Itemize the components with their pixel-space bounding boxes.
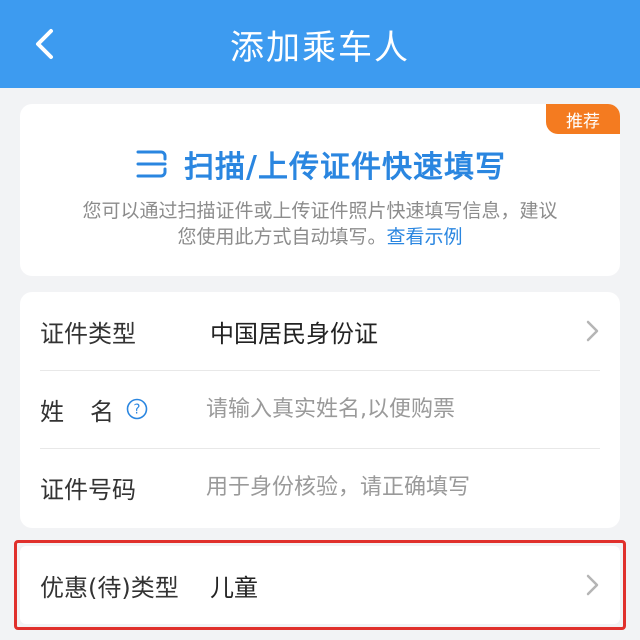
id-number-input[interactable] bbox=[206, 467, 586, 507]
view-example-link[interactable]: 查看示例 bbox=[387, 226, 463, 248]
svg-text:?: ? bbox=[134, 403, 141, 418]
name-label-group: 姓名 ? bbox=[40, 392, 148, 427]
discount-type-value: 儿童 bbox=[210, 573, 258, 602]
recommend-badge: 推荐 bbox=[546, 104, 620, 134]
header-bar: 添加乘车人 bbox=[0, 0, 640, 88]
id-number-row: 证件号码 bbox=[20, 448, 620, 526]
scan-desc-line2: 您使用此方式自动填写。查看示例 bbox=[60, 224, 580, 250]
scan-upload-button[interactable]: 扫描/上传证件快速填写 bbox=[20, 142, 620, 186]
help-icon[interactable]: ? bbox=[126, 398, 148, 420]
scan-description: 您可以通过扫描证件或上传证件照片快速填写信息，建议 您使用此方式自动填写。查看示… bbox=[20, 198, 620, 250]
id-number-label: 证件号码 bbox=[40, 475, 136, 504]
id-type-label: 证件类型 bbox=[40, 319, 136, 348]
page-title: 添加乘车人 bbox=[230, 27, 410, 68]
id-type-row[interactable]: 证件类型 中国居民身份证 bbox=[20, 292, 620, 370]
name-row: 姓名 ? bbox=[20, 370, 620, 448]
scan-card: 推荐 扫描/上传证件快速填写 您可以通过扫描证件或上传证件照片快速填写信息，建议… bbox=[20, 104, 620, 276]
scan-title: 扫描/上传证件快速填写 bbox=[184, 150, 506, 185]
discount-type-row[interactable]: 优惠(待)类型 儿童 bbox=[20, 546, 620, 624]
scan-icon bbox=[136, 150, 167, 178]
id-type-value: 中国居民身份证 bbox=[210, 319, 378, 348]
scan-desc-line1: 您可以通过扫描证件或上传证件照片快速填写信息，建议 bbox=[82, 200, 558, 222]
scan-desc-line2-text: 您使用此方式自动填写。 bbox=[177, 226, 387, 248]
chevron-right-icon bbox=[586, 574, 599, 596]
back-button[interactable] bbox=[22, 22, 66, 66]
name-label: 姓名 bbox=[40, 397, 140, 426]
chevron-left-icon bbox=[36, 29, 53, 59]
chevron-right-icon bbox=[586, 320, 599, 342]
discount-type-label: 优惠(待)类型 bbox=[40, 573, 179, 602]
passenger-form: 证件类型 中国居民身份证 姓名 ? 证件号码 bbox=[20, 292, 620, 528]
name-input[interactable] bbox=[206, 389, 586, 429]
